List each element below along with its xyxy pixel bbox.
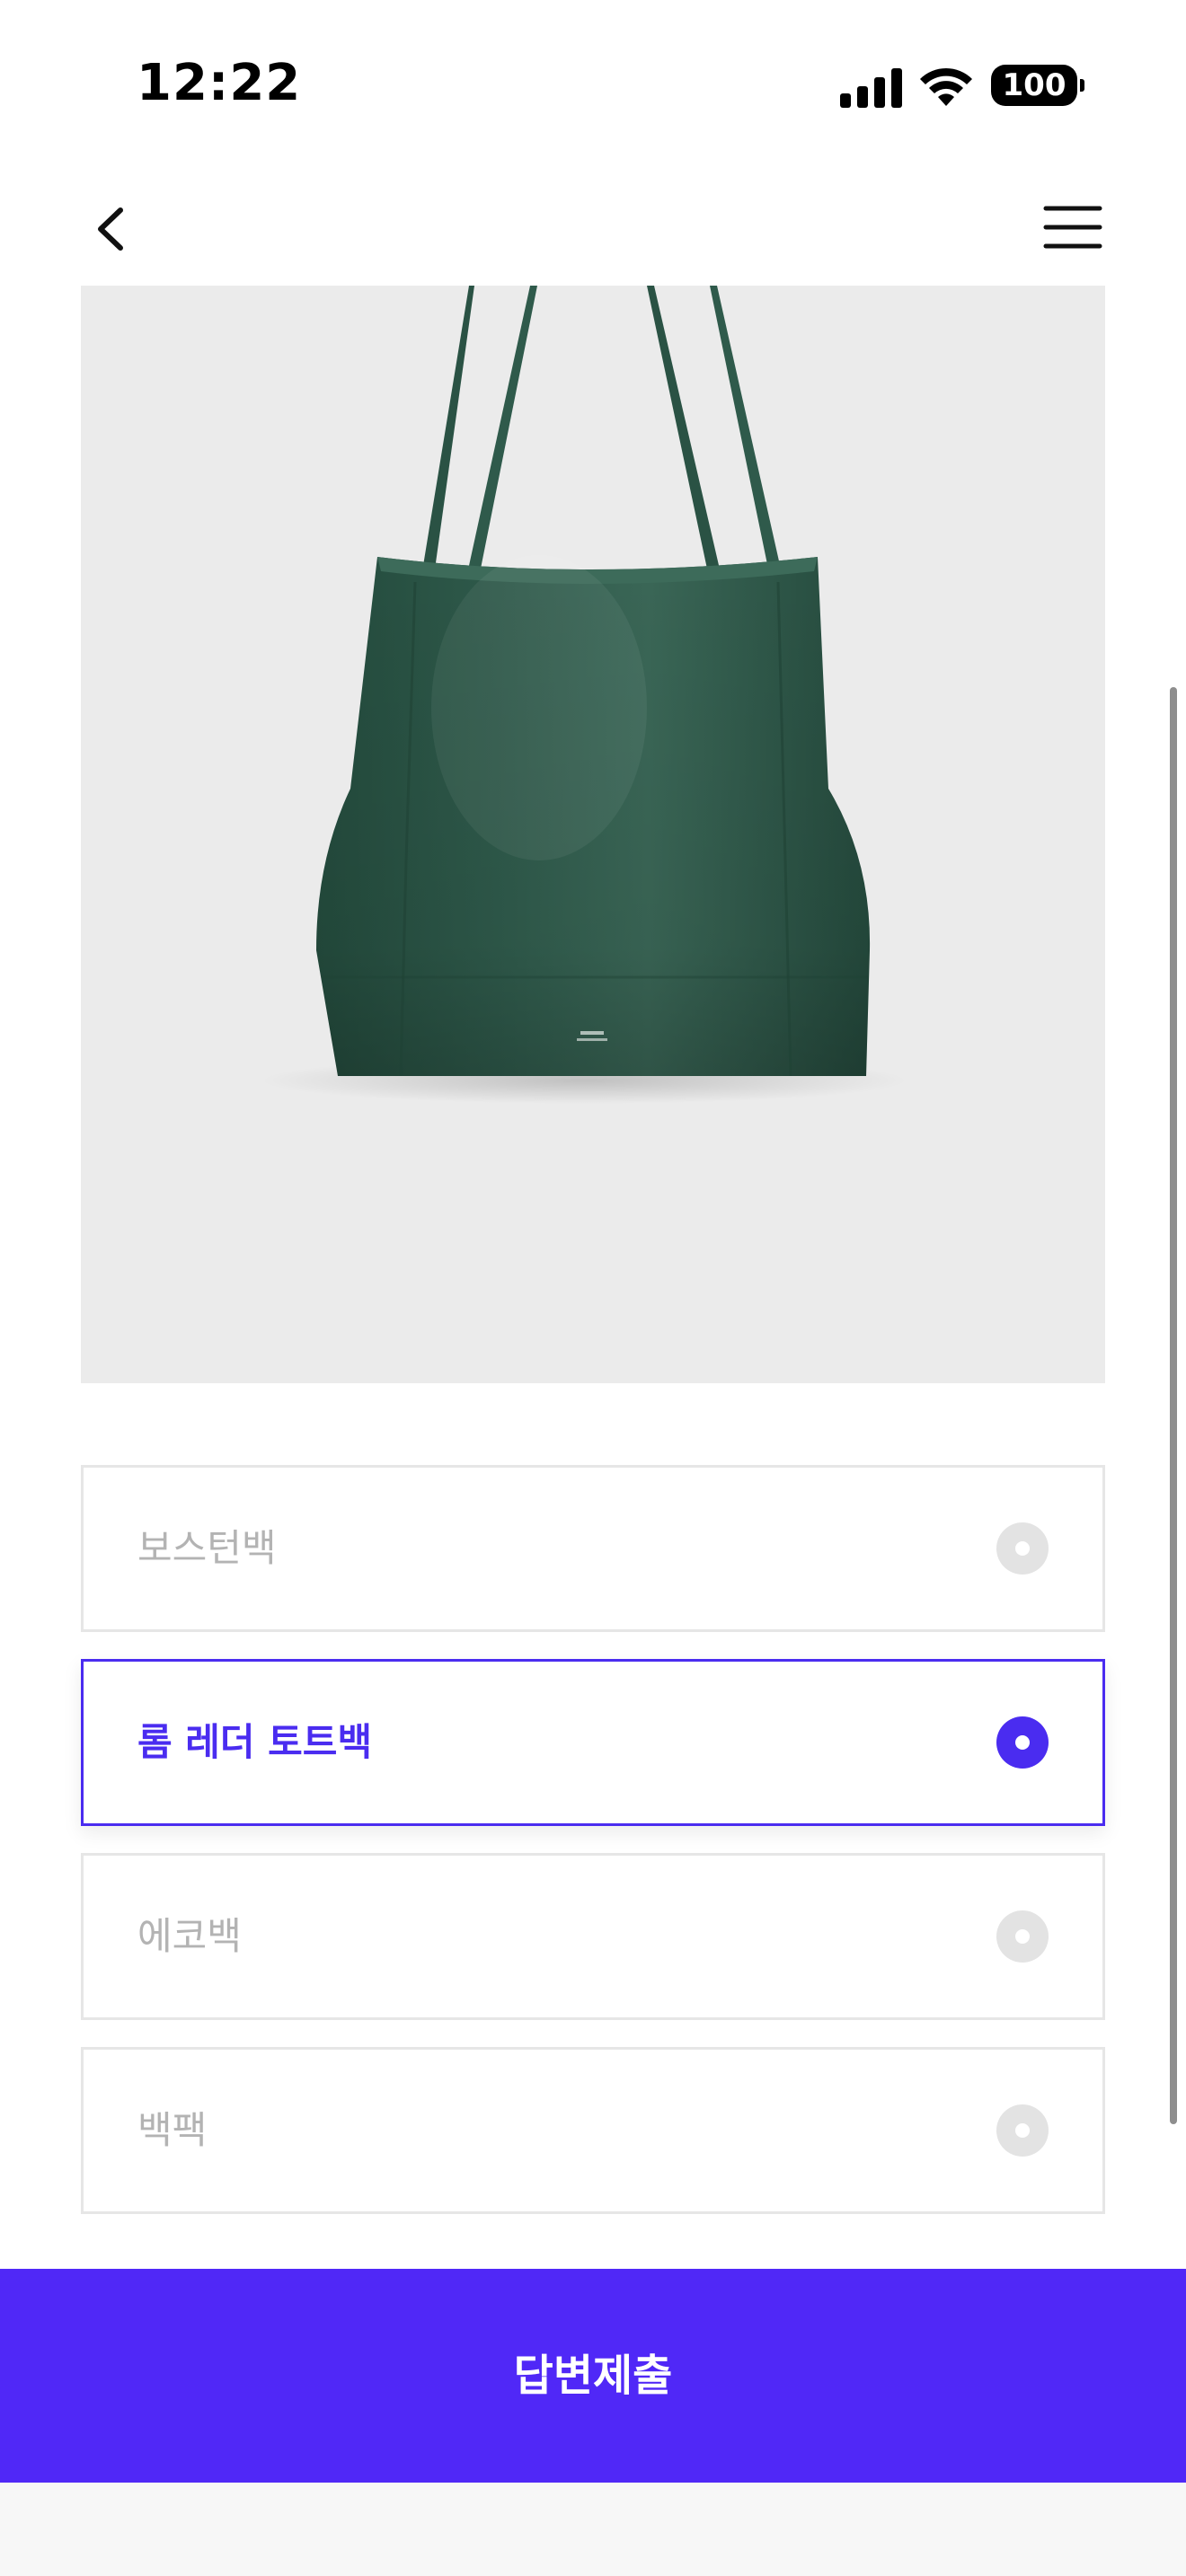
battery-level: 100 — [1002, 67, 1067, 103]
signal-icon — [840, 66, 903, 108]
chevron-left-icon — [98, 207, 123, 251]
option-label: 롬 레더 토트백 — [137, 1720, 373, 1764]
home-indicator-area — [0, 2483, 1186, 2576]
option-list: 보스턴백 롬 레더 토트백 에코백 백팩 — [81, 1465, 1105, 2241]
status-bar: 12:22 100 — [0, 0, 1186, 171]
option-boston-bag[interactable]: 보스턴백 — [81, 1465, 1105, 1632]
option-label: 보스턴백 — [137, 1526, 277, 1570]
tote-bag-illustration — [261, 286, 907, 1104]
wifi-icon — [920, 67, 972, 106]
menu-button[interactable] — [1035, 198, 1107, 260]
product-image — [81, 286, 1105, 1383]
back-button[interactable] — [83, 189, 146, 269]
scrollbar[interactable] — [1170, 687, 1177, 2124]
radio-icon[interactable] — [996, 1522, 1049, 1575]
radio-icon[interactable] — [996, 1910, 1049, 1963]
option-leather-tote-bag[interactable]: 롬 레더 토트백 — [81, 1659, 1105, 1826]
hamburger-menu-icon — [1043, 206, 1102, 249]
radio-selected-icon[interactable] — [996, 1716, 1049, 1769]
option-eco-bag[interactable]: 에코백 — [81, 1853, 1105, 2020]
radio-icon[interactable] — [996, 2104, 1049, 2157]
app-screen: 12:22 100 보스턴백 롬 레더 토트백 에코백 백팩 답변제출 — [0, 0, 1186, 2576]
submit-answer-button[interactable]: 답변제출 — [0, 2269, 1186, 2483]
option-label: 에코백 — [137, 1914, 242, 1958]
status-time: 12:22 — [137, 54, 302, 112]
option-label: 백팩 — [137, 2108, 208, 2152]
option-backpack[interactable]: 백팩 — [81, 2047, 1105, 2214]
battery-icon: 100 — [991, 65, 1084, 106]
